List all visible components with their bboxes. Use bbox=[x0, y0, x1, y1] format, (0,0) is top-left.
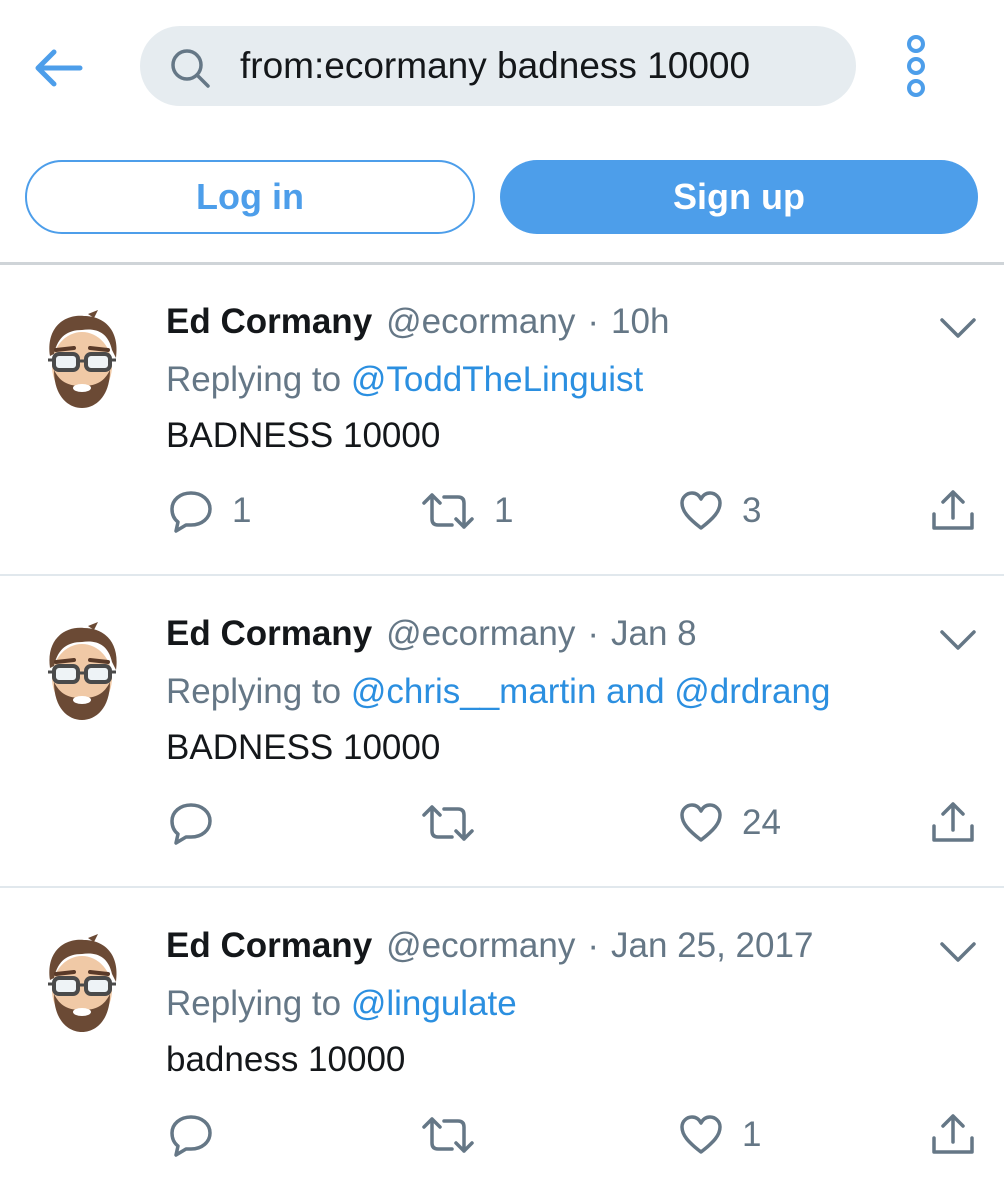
reply-button[interactable]: 1 bbox=[168, 486, 251, 536]
replying-to-mention[interactable]: @ToddTheLinguist bbox=[351, 360, 643, 399]
like-count: 3 bbox=[742, 491, 762, 530]
heart-icon bbox=[680, 1115, 722, 1154]
reply-button[interactable] bbox=[168, 1110, 232, 1160]
tweet-text: BADNESS 10000 bbox=[166, 728, 441, 767]
search-input[interactable] bbox=[240, 26, 840, 106]
reply-count: 1 bbox=[232, 491, 252, 530]
tweet-text: badness 10000 bbox=[166, 1040, 406, 1079]
tweet-timestamp[interactable]: Jan 25, 2017 bbox=[611, 926, 813, 965]
like-button[interactable]: 3 bbox=[678, 486, 761, 536]
retweet-icon bbox=[422, 805, 474, 841]
header-divider bbox=[0, 262, 1004, 265]
retweet-button[interactable] bbox=[420, 1110, 494, 1160]
reply-icon bbox=[170, 803, 212, 845]
share-button[interactable] bbox=[930, 1110, 976, 1160]
author-handle[interactable]: @ecormany bbox=[386, 926, 575, 965]
tweet-timestamp[interactable]: Jan 8 bbox=[611, 614, 697, 653]
separator-dot: · bbox=[587, 614, 600, 653]
retweet-button[interactable] bbox=[420, 798, 494, 848]
retweet-button[interactable]: 1 bbox=[420, 486, 513, 536]
author-name[interactable]: Ed Cormany bbox=[166, 926, 372, 965]
author-handle[interactable]: @ecormany bbox=[386, 302, 575, 341]
heart-icon bbox=[680, 803, 722, 842]
top-bar bbox=[0, 0, 1004, 135]
tweet[interactable]: Ed Cormany @ecormany · Jan 8 Replying to @c… bbox=[0, 578, 1004, 890]
author-name[interactable]: Ed Cormany bbox=[166, 614, 372, 653]
replying-to-prefix: Replying to bbox=[166, 984, 351, 1023]
replying-to-prefix: Replying to bbox=[166, 672, 351, 711]
replying-to-line: Replying to @ToddTheLinguist bbox=[166, 358, 643, 402]
retweet-icon bbox=[422, 493, 474, 529]
signup-button[interactable]: Sign up bbox=[500, 160, 978, 234]
reply-icon bbox=[170, 1115, 212, 1157]
replying-to-mention[interactable]: @chris__martin and @drdrang bbox=[351, 672, 831, 711]
tweet-header: Ed Cormany @ecormany · Jan 8 bbox=[166, 612, 697, 656]
tweet-text: BADNESS 10000 bbox=[166, 416, 441, 455]
reply-icon bbox=[170, 491, 212, 533]
author-handle[interactable]: @ecormany bbox=[386, 614, 575, 653]
tweet-divider bbox=[0, 886, 1004, 888]
chevron-down-icon[interactable] bbox=[938, 624, 978, 654]
share-icon bbox=[932, 802, 974, 842]
share-button[interactable] bbox=[930, 486, 976, 536]
auth-buttons: Log in Sign up bbox=[0, 158, 1004, 238]
replying-to-line: Replying to @chris__martin and @drdrang bbox=[166, 670, 830, 714]
avatar[interactable] bbox=[42, 934, 122, 1034]
replying-to-mention[interactable]: @lingulate bbox=[351, 984, 517, 1023]
retweet-icon bbox=[422, 1117, 474, 1153]
tweet[interactable]: Ed Cormany @ecormany · 10h Replying to @Tod… bbox=[0, 266, 1004, 578]
heart-icon bbox=[680, 491, 722, 530]
retweet-count: 1 bbox=[494, 491, 514, 530]
tweet-header: Ed Cormany @ecormany · Jan 25, 2017 bbox=[166, 924, 813, 968]
like-count: 24 bbox=[742, 803, 781, 842]
avatar[interactable] bbox=[42, 622, 122, 722]
login-button[interactable]: Log in bbox=[25, 160, 475, 234]
like-count: 1 bbox=[742, 1115, 762, 1154]
avatar[interactable] bbox=[42, 310, 122, 410]
share-icon bbox=[932, 490, 974, 530]
tweet-header: Ed Cormany @ecormany · 10h bbox=[166, 300, 669, 344]
share-button[interactable] bbox=[930, 798, 976, 848]
search-box[interactable] bbox=[140, 26, 856, 106]
back-button[interactable] bbox=[28, 40, 88, 96]
chevron-down-icon[interactable] bbox=[938, 312, 978, 342]
author-name[interactable]: Ed Cormany bbox=[166, 302, 372, 341]
like-button[interactable]: 24 bbox=[678, 798, 781, 848]
tweet-divider bbox=[0, 574, 1004, 576]
replying-to-line: Replying to @lingulate bbox=[166, 982, 517, 1026]
share-icon bbox=[932, 1114, 974, 1154]
reply-button[interactable] bbox=[168, 798, 232, 848]
replying-to-prefix: Replying to bbox=[166, 360, 351, 399]
chevron-down-icon[interactable] bbox=[938, 936, 978, 966]
more-options-button[interactable] bbox=[896, 34, 936, 98]
tweet[interactable]: Ed Cormany @ecormany · Jan 25, 2017 Replyin… bbox=[0, 890, 1004, 1202]
separator-dot: · bbox=[587, 302, 600, 341]
tweet-timestamp[interactable]: 10h bbox=[611, 302, 669, 341]
search-icon bbox=[171, 49, 210, 88]
more-vertical-icon bbox=[907, 35, 925, 97]
arrow-left-icon bbox=[35, 49, 83, 87]
like-button[interactable]: 1 bbox=[678, 1110, 761, 1160]
separator-dot: · bbox=[587, 926, 600, 965]
